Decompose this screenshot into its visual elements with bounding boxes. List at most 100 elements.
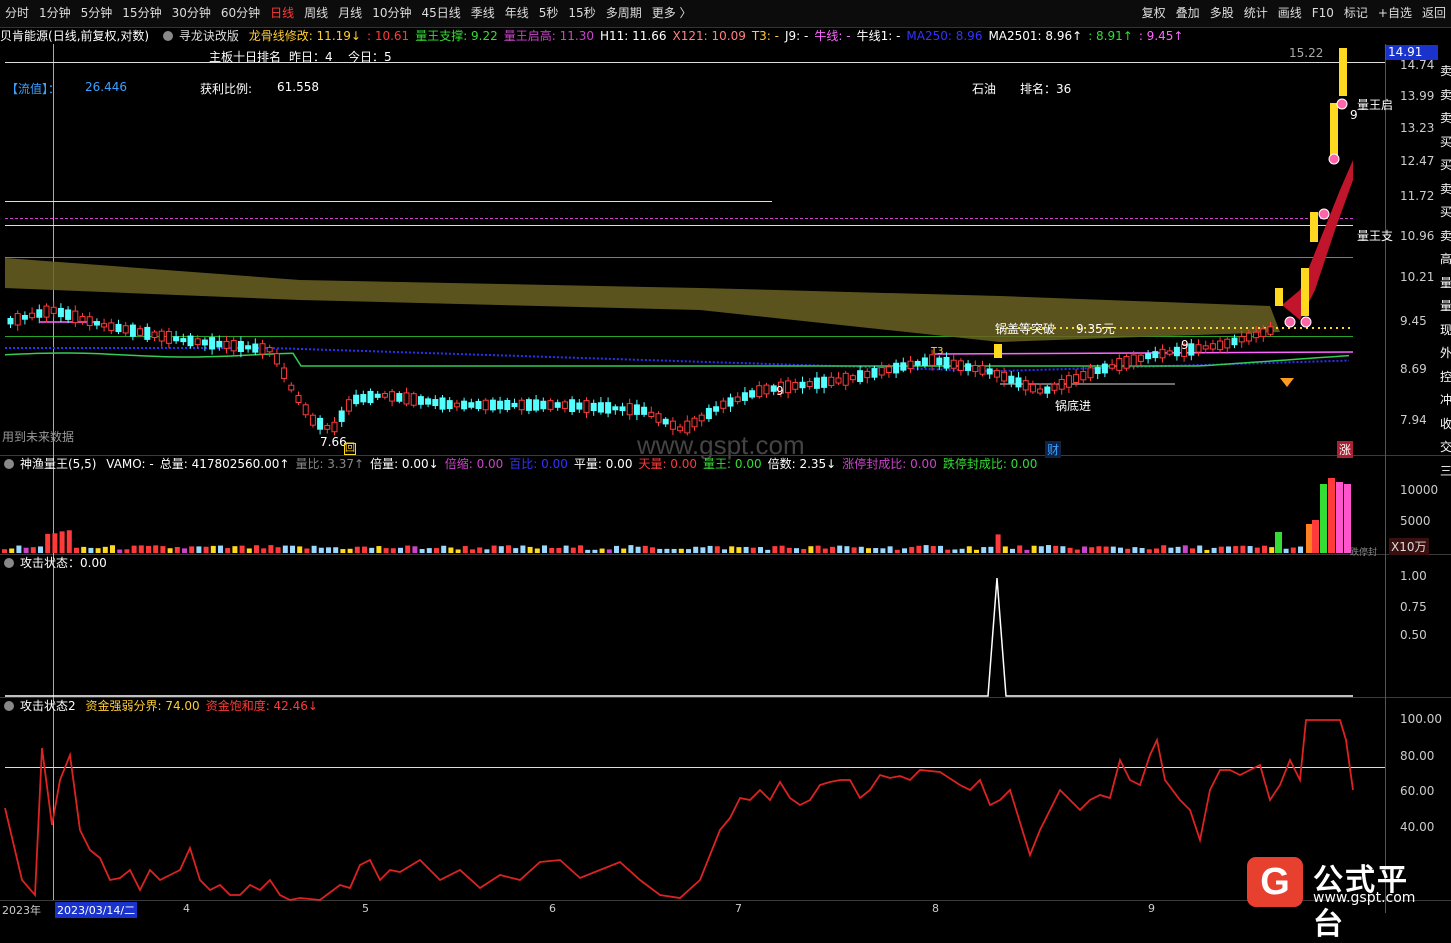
volume-bar <box>326 547 331 553</box>
candle-body <box>158 330 165 342</box>
volume-bar <box>254 545 259 553</box>
right-edge-char-2: 卖 <box>1440 111 1451 125</box>
candle-body <box>993 369 1000 378</box>
fund-saturation-line <box>4 719 1354 901</box>
right-edge-char-8: 高 <box>1440 252 1451 266</box>
candle-body <box>497 400 504 410</box>
attack2-tick-1: 80.00 <box>1400 749 1435 763</box>
bottom-entry-label: 锅底进 <box>1055 399 1092 413</box>
main-value-0: 龙骨线修改: 11.19↓ <box>248 29 361 43</box>
candle-body <box>828 376 835 387</box>
volume-bar <box>599 548 605 553</box>
attack2-indicator-name[interactable]: 攻击状态2 <box>20 699 76 713</box>
volume-indicator-name[interactable]: 神渔量王(5,5) <box>20 457 96 471</box>
volume-bar <box>102 546 108 553</box>
volume-value-1: 总量: 417802560.00↑ <box>159 457 290 471</box>
candle-body <box>965 363 972 371</box>
volume-bar <box>1046 545 1051 553</box>
king-label-top: 量王启 <box>1357 98 1394 112</box>
gear-icon[interactable] <box>162 31 173 41</box>
candle-body <box>122 325 129 334</box>
price-tick-3: 12.47 <box>1400 154 1435 168</box>
candle-body <box>453 402 460 408</box>
candle-body <box>792 381 799 390</box>
volume-bar <box>722 549 727 553</box>
candle-body <box>209 337 216 350</box>
volume-bar <box>966 546 972 553</box>
volume-bar <box>772 546 778 553</box>
candle-body <box>1029 383 1036 393</box>
candle-body <box>1015 377 1022 388</box>
candle-body <box>36 309 43 318</box>
volume-bar <box>1132 547 1138 553</box>
main-value-5: X121: 10.09 <box>672 29 746 43</box>
volume-bar <box>1060 546 1066 553</box>
hui-marker: 回 <box>344 443 356 455</box>
volume-bar <box>1175 546 1181 553</box>
gear-icon[interactable] <box>4 558 14 568</box>
volume-bar <box>621 548 627 553</box>
volume-bar <box>894 549 900 553</box>
volume-bar <box>765 549 771 553</box>
candle-body <box>936 357 943 366</box>
volume-bar <box>1038 546 1044 553</box>
volume-bar <box>59 531 65 553</box>
candle-body <box>1159 348 1166 359</box>
candle-body <box>252 343 259 353</box>
nine-count-low: 9 <box>776 384 784 398</box>
candle-body <box>403 392 410 405</box>
candle-body <box>237 341 244 352</box>
candle-body <box>468 402 475 408</box>
volume-indicator-values: VAMO: - 总量: 417802560.00↑ 量比: 3.37↑ 倍量: 0.0… <box>106 457 1043 471</box>
liuzhi-label: 【流值】： <box>6 82 61 96</box>
volume-bar <box>671 548 677 553</box>
volume-bar <box>844 546 850 553</box>
volume-bar <box>95 548 101 553</box>
gear-icon[interactable] <box>4 701 14 711</box>
main-indicator-header: 贝肯能源(日线,前复权,对数) 寻龙诀改版 龙骨线修改: 11.19↓: 10.… <box>0 28 1195 45</box>
nine-count-top: 9 <box>1350 108 1358 122</box>
rank-yesterday: 昨日：4 <box>289 50 333 64</box>
volume-bar <box>153 545 159 553</box>
stock-name[interactable]: 贝肯能源 <box>0 29 48 43</box>
signal-circle-4 <box>1284 316 1296 328</box>
attack-indicator-name[interactable]: 攻击状态 <box>20 556 68 570</box>
candle-body <box>115 323 122 333</box>
rank-label: 主板十日排名 <box>209 50 282 64</box>
volume-bar <box>1161 545 1167 553</box>
candle-body <box>331 421 338 433</box>
candle-body <box>309 414 316 426</box>
candle-body <box>281 367 288 379</box>
candle-body <box>1087 367 1094 379</box>
candle-body <box>1130 354 1137 367</box>
volume-value-5: 百比: 0.00 <box>509 457 568 471</box>
gear-icon[interactable] <box>4 459 14 469</box>
volume-bar <box>124 549 130 553</box>
attack2-value-0: 资金强弱分界: 74.00 <box>85 699 200 713</box>
main-indicator-name[interactable]: 寻龙诀改版 <box>179 29 239 43</box>
orange-diamond-icon <box>1280 378 1294 387</box>
volume-bar <box>261 548 267 553</box>
volume-value-9: 倍数: 2.35↓ <box>767 457 837 471</box>
volume-bar-big-1 <box>1312 520 1319 553</box>
candle-body <box>1051 383 1058 391</box>
candle-body <box>583 400 590 413</box>
candle-body <box>655 413 662 423</box>
volume-bar <box>542 545 547 553</box>
volume-bar <box>563 545 569 553</box>
right-edge-char-5: 卖 <box>1440 181 1451 196</box>
volume-bar <box>858 546 864 553</box>
candle-body <box>878 367 885 376</box>
candle-body <box>1022 380 1029 391</box>
right-edge-char-14: 冲 <box>1440 393 1451 407</box>
candle-body <box>230 340 237 352</box>
zhang-badge[interactable]: 涨 <box>1337 441 1354 458</box>
volume-bar <box>383 548 389 553</box>
volume-bar <box>959 548 965 553</box>
candle-body <box>137 328 144 336</box>
candle-body <box>734 396 741 403</box>
volume-bar <box>426 548 432 553</box>
volume-bar <box>556 547 562 553</box>
candle-body <box>1073 374 1080 384</box>
volume-bar <box>117 549 123 553</box>
